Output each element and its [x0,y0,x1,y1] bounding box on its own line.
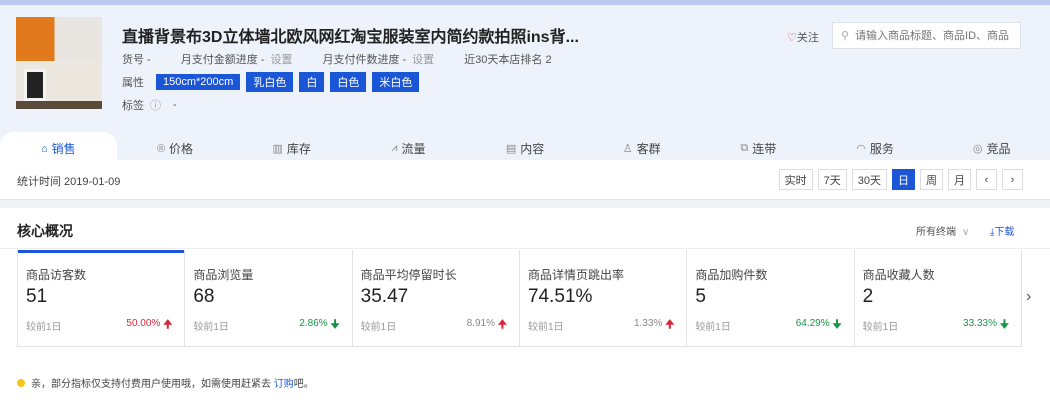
product-search[interactable]: ⚲ [832,22,1021,49]
date-bar: 统计时间 2019-01-09 实时 7天 30天 日 周 月 ‹ › [0,160,1050,200]
users-icon: ♙ [622,143,633,155]
metric-change: 64.29% [795,318,830,329]
next-date-button[interactable]: › [1002,169,1023,190]
metric-name: 商品浏览量 [193,268,254,282]
arrow-down-icon: 🠋 [330,319,340,331]
period-day[interactable]: 日 [892,169,915,190]
monthly-count-label: 月支付件数进度 - [322,54,407,66]
subscribe-link[interactable]: 订购 [274,375,294,390]
period-realtime[interactable]: 实时 [778,169,813,190]
link-icon: ⧉ [740,142,749,154]
metric-value: 35.47 [360,286,409,307]
divider [0,248,1050,249]
attr-tag: 乳白色 [246,72,294,92]
attr-tag: 白色 [330,72,367,92]
document-icon: ▤ [505,143,517,155]
chart-icon: ⩘ [391,142,398,154]
product-tags-row: 标签 ⓘ - [122,97,183,113]
period-week[interactable]: 周 [920,169,943,190]
metric-card[interactable]: 商品浏览量 68 较前1日 2.86% 🠋 [185,250,353,346]
arrow-down-icon: 🠋 [832,319,842,331]
metric-card[interactable]: 商品访客数 51 较前1日 50.00% 🠉 [18,250,186,346]
follow-button[interactable]: ♡关注 [787,29,819,45]
competitor-icon: ◎ [972,143,983,155]
help-icon[interactable]: ⓘ [150,97,161,113]
metric-value: 74.51% [527,286,593,307]
metric-card[interactable]: 商品平均停留时长 35.47 较前1日 8.91% 🠉 [353,250,520,346]
period-7d[interactable]: 7天 [817,169,847,190]
bag-icon: ⌂ [41,142,48,155]
prev-date-button[interactable]: ‹ [976,169,997,190]
attr-label: 属性 [122,77,144,89]
metric-change: 2.86% [299,318,328,329]
product-attrs-row: 属性 150cm*200cm 乳白色 白 白色 米白色 [122,72,425,92]
notice: 亲，部分指标仅支持付费用户使用哦，如需使用赶紧去 订购 吧。 [17,375,314,390]
product-meta-row: 货号 - 月支付金额进度 - 设置 月支付件数进度 - 设置 近30天本店排名 … [122,51,558,67]
chevron-down-icon: ∨ [962,227,970,238]
tag-label: 标签 [122,100,144,112]
sku: 货号 - [122,54,151,66]
metric-change: 1.33% [633,318,663,329]
tag-value: - [173,99,177,111]
metric-compare-label: 较前1日 [26,322,62,333]
store-rank: 近30天本店排名 2 [464,54,552,66]
metric-change: 8.91% [466,318,495,329]
metric-name: 商品收藏人数 [862,268,935,282]
product-title[interactable]: 直播背景布3D立体墙北欧风网红淘宝服装室内简约款拍照ins背... [122,23,579,47]
period-month[interactable]: 月 [948,169,971,190]
metric-name: 商品加购件数 [695,268,768,282]
arrow-up-icon: 🠉 [163,319,173,331]
metric-value: 2 [862,286,874,307]
chevron-right-icon[interactable]: › [1026,288,1031,306]
metric-compare-label: 较前1日 [527,322,564,333]
set-count-link[interactable]: 设置 [412,51,434,67]
search-input[interactable] [855,29,1016,42]
metric-cards: 商品访客数 51 较前1日 50.00% 🠉 商品浏览量 68 较前1日 2.86… [17,250,1022,347]
monthly-amount-label: 月支付金额进度 - [180,54,265,66]
download-button[interactable]: ⤓下载 [990,223,1014,238]
metric-card[interactable]: 商品详情页跳出率 74.51% 较前1日 1.33% 🠉 [520,250,688,346]
headset-icon: ◠ [856,143,866,155]
metric-compare-label: 较前1日 [695,322,731,333]
set-amount-link[interactable]: 设置 [270,51,292,67]
metric-card[interactable]: 商品加购件数 5 较前1日 64.29% 🠋 [687,250,855,346]
arrow-up-icon: 🠉 [497,319,507,331]
metric-card[interactable]: 商品收藏人数 2 较前1日 33.33% 🠋 [855,250,1021,346]
metric-name: 商品平均停留时长 [360,268,457,282]
attr-tag: 白 [299,72,325,92]
terminal-select[interactable]: 所有终端 ∨ [916,223,969,238]
metric-value: 5 [695,286,706,307]
inventory-icon: ▥ [272,143,283,155]
metric-value: 51 [26,286,48,307]
product-header: 直播背景布3D立体墙北欧风网红淘宝服装室内简约款拍照ins背... 货号 - 月… [0,5,1050,165]
metric-name: 商品访客数 [26,268,87,282]
metric-change: 33.33% [963,318,997,329]
info-dot-icon [17,378,25,387]
stat-time: 统计时间 2019-01-09 [17,176,121,188]
core-overview: 核心概况 所有终端 ∨ ⤓下载 商品访客数 51 较前1日 50.00% 🠉 商品浏… [0,208,1050,407]
heart-icon: ♡ [787,32,797,44]
metric-compare-label: 较前1日 [193,322,229,333]
metric-value: 68 [193,286,215,307]
price-icon: ® [156,142,166,155]
metric-compare-label: 较前1日 [862,322,899,333]
metric-change: 50.00% [126,318,161,329]
attr-tag: 米白色 [372,72,420,92]
arrow-up-icon: 🠉 [665,319,675,331]
search-icon: ⚲ [841,30,850,42]
period-30d[interactable]: 30天 [851,169,887,190]
arrow-down-icon: 🠋 [999,319,1009,331]
metric-compare-label: 较前1日 [360,322,397,333]
product-thumbnail[interactable] [16,17,102,109]
attr-tag: 150cm*200cm [156,74,241,90]
section-title: 核心概况 [17,223,73,239]
period-selector: 实时 7天 30天 日 周 月 ‹ › [774,169,1023,190]
metric-name: 商品详情页跳出率 [527,268,624,282]
